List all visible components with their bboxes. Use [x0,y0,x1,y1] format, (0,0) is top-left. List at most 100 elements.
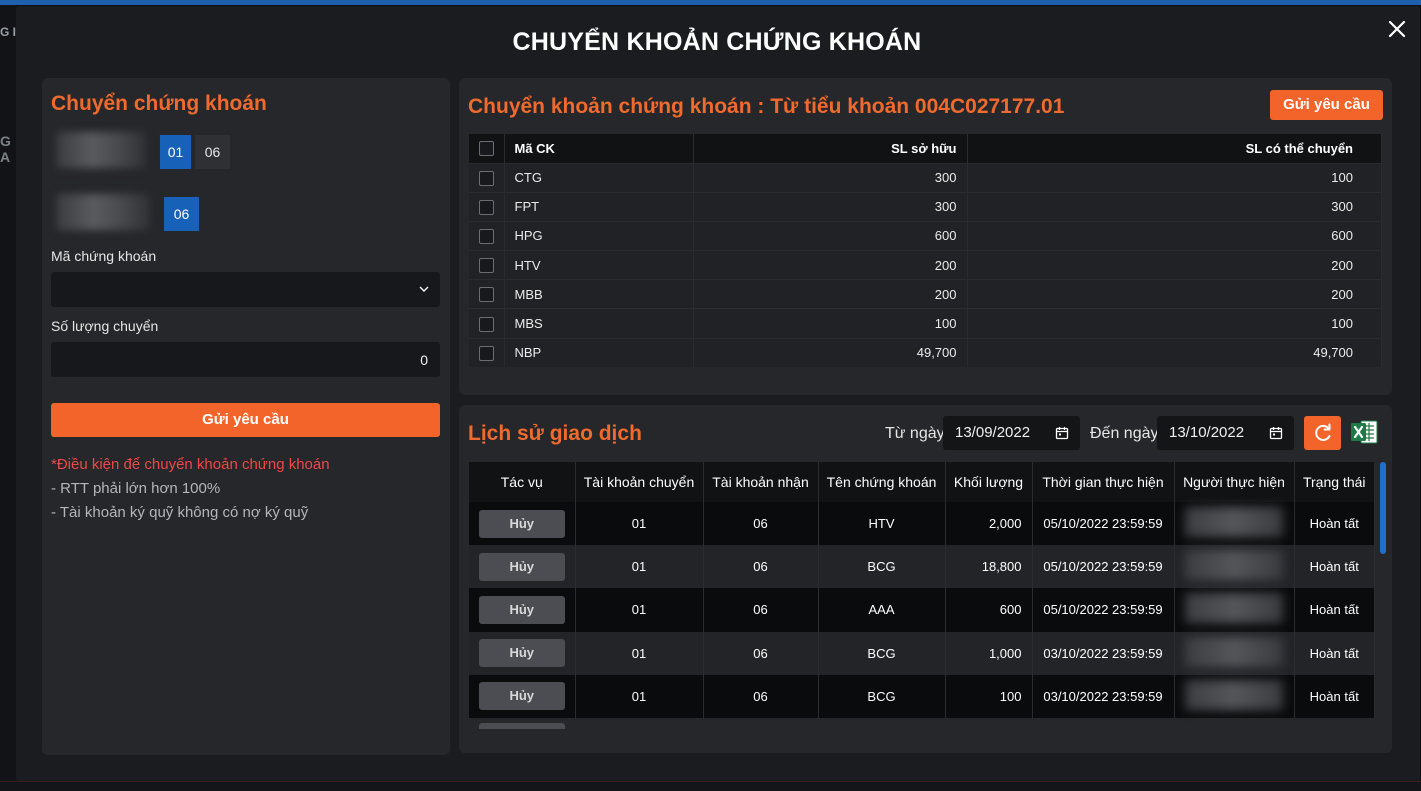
stock-code-cell: CTG [504,162,694,193]
table-row[interactable]: MBB 200 200 [469,279,1382,309]
history-scrollbar[interactable] [1380,462,1386,554]
form-title: Chuyển chứng khoán [51,92,267,115]
history-table-container[interactable]: Tác vụ Tài khoản chuyển Tài khoản nhận T… [469,462,1376,730]
table-row: Hủy 01 06 BCG 1,000 03/10/2022 23:59:59 … [469,631,1375,675]
stock-code-cell: MBB [504,279,694,309]
column-header-owned: SL sở hữu [693,134,968,163]
history-title: Lịch sử giao dịch [468,422,642,445]
row-checkbox-cell [469,337,505,368]
to-date-label: Đến ngày [1090,425,1159,442]
table-header-row: Mã CK SL sở hữu SL có thể chuyển [469,134,1382,163]
stock-code-cell: NBP [504,337,694,368]
table-row[interactable]: CTG 300 100 [469,162,1382,193]
row-checkbox[interactable] [478,346,494,361]
row-checkbox-cell [469,191,505,222]
table-row[interactable]: NBP 49,700 49,700 [469,337,1382,368]
row-checkbox-cell [469,220,505,251]
status-cell: Hoàn tất [1294,674,1375,718]
row-checkbox[interactable] [478,170,494,186]
column-header-time: Thời gian thực hiện [1032,462,1175,502]
owned-qty-cell: 200 [693,279,968,309]
column-header-performer: Người thực hiện [1174,462,1295,502]
row-checkbox-cell [469,250,505,280]
to-account-cell: 06 [703,545,819,589]
cancel-button[interactable]: Hủy [478,509,565,538]
volume-cell: 100 [945,674,1033,718]
table-row: Hủy 01 06 BCG 100 03/10/2022 23:59:59 Ho… [469,674,1375,718]
row-checkbox[interactable] [478,287,494,303]
refresh-icon [1315,423,1331,441]
to-account-cell: 06 [703,631,819,675]
cancel-button[interactable]: Hủy [478,639,565,668]
volume-cell: 2,000 [945,502,1033,546]
table-row[interactable]: HPG 600 600 [469,220,1382,251]
redacted-account-name [56,132,146,168]
select-all-cell [469,134,505,163]
from-account-chip-01[interactable]: 01 [160,135,191,169]
from-date-picker[interactable]: 13/09/2022 [943,416,1080,450]
to-account-cell: 06 [703,502,819,546]
stock-code-cell: MBS [504,308,694,339]
close-button[interactable] [1386,18,1408,40]
background-app-bottom-edge [0,781,1421,791]
redacted-account-name [56,194,150,230]
calendar-icon [1055,427,1069,440]
column-header-code: Mã CK [504,134,694,163]
quantity-input[interactable] [51,342,440,377]
column-header-available: SL có thể chuyển [967,134,1382,163]
owned-qty-cell: 49,700 [693,337,968,368]
table-row[interactable]: HTV 200 200 [469,250,1382,280]
transfer-list-panel: Chuyển khoản chứng khoán : Từ tiểu khoản… [459,78,1392,395]
from-account-cell: 01 [575,674,704,718]
performer-cell [1174,502,1295,546]
to-date-picker[interactable]: 13/10/2022 [1157,416,1294,450]
stock-code-label: Mã chứng khoán [51,248,157,264]
performer-cell [1174,545,1295,589]
owned-qty-cell: 200 [693,250,968,280]
close-icon [1388,20,1406,38]
refresh-button[interactable] [1304,416,1341,450]
submit-request-button[interactable]: Gửi yêu cầu [51,403,440,437]
table-row[interactable]: FPT 300 300 [469,191,1382,222]
select-all-checkbox[interactable] [478,141,494,157]
send-request-button[interactable]: Gửi yêu cầu [1270,90,1383,120]
stock-code-cell: HTV [504,250,694,280]
available-qty-cell: 100 [967,308,1382,339]
from-account-chip-06[interactable]: 06 [195,135,230,169]
stock-link[interactable]: BCG [818,545,946,589]
stock-link[interactable]: BCG [818,631,946,675]
chevron-down-icon [419,286,429,292]
history-panel: Lịch sử giao dịch Từ ngày 13/09/2022 Đến… [459,405,1392,753]
row-checkbox[interactable] [478,199,494,215]
time-cell: 05/10/2022 23:59:59 [1032,588,1175,632]
excel-icon [1351,420,1378,444]
table-row[interactable]: MBS 100 100 [469,308,1382,339]
volume-cell: 600 [945,588,1033,632]
row-checkbox-cell [469,279,505,309]
transfer-form-panel: Chuyển chứng khoán 01 06 06 Mã chứng kho… [42,78,450,755]
time-cell: 03/10/2022 23:59:59 [1032,674,1175,718]
available-qty-cell: 49,700 [967,337,1382,368]
export-excel-button[interactable] [1350,418,1378,446]
stock-code-select[interactable] [51,272,440,307]
column-header-status: Trạng thái [1294,462,1375,502]
row-checkbox-cell [469,308,505,339]
owned-qty-cell: 600 [693,220,968,251]
table-row: Hủy 01 06 HTV 2,000 05/10/2022 23:59:59 … [469,502,1375,546]
row-checkbox[interactable] [478,258,494,274]
stock-link[interactable]: HTV [818,502,946,546]
to-account-chip-06[interactable]: 06 [164,197,199,231]
cancel-button[interactable]: Hủy [478,552,565,581]
from-account-cell: 01 [575,502,704,546]
column-header-volume: Khối lượng [945,462,1033,502]
row-checkbox[interactable] [478,229,494,244]
cancel-button[interactable]: Hủy [478,595,565,624]
from-date-value: 13/09/2022 [955,424,1031,441]
row-checkbox[interactable] [478,316,494,332]
column-header-stock: Tên chứng khoán [818,462,946,502]
stock-link[interactable]: BCG [818,674,946,718]
available-qty-cell: 300 [967,191,1382,222]
cancel-button[interactable]: Hủy [478,682,565,711]
table-row: Hủy 01 06 AAA 600 05/10/2022 23:59:59 Ho… [469,588,1375,632]
stock-link[interactable]: AAA [818,588,946,632]
